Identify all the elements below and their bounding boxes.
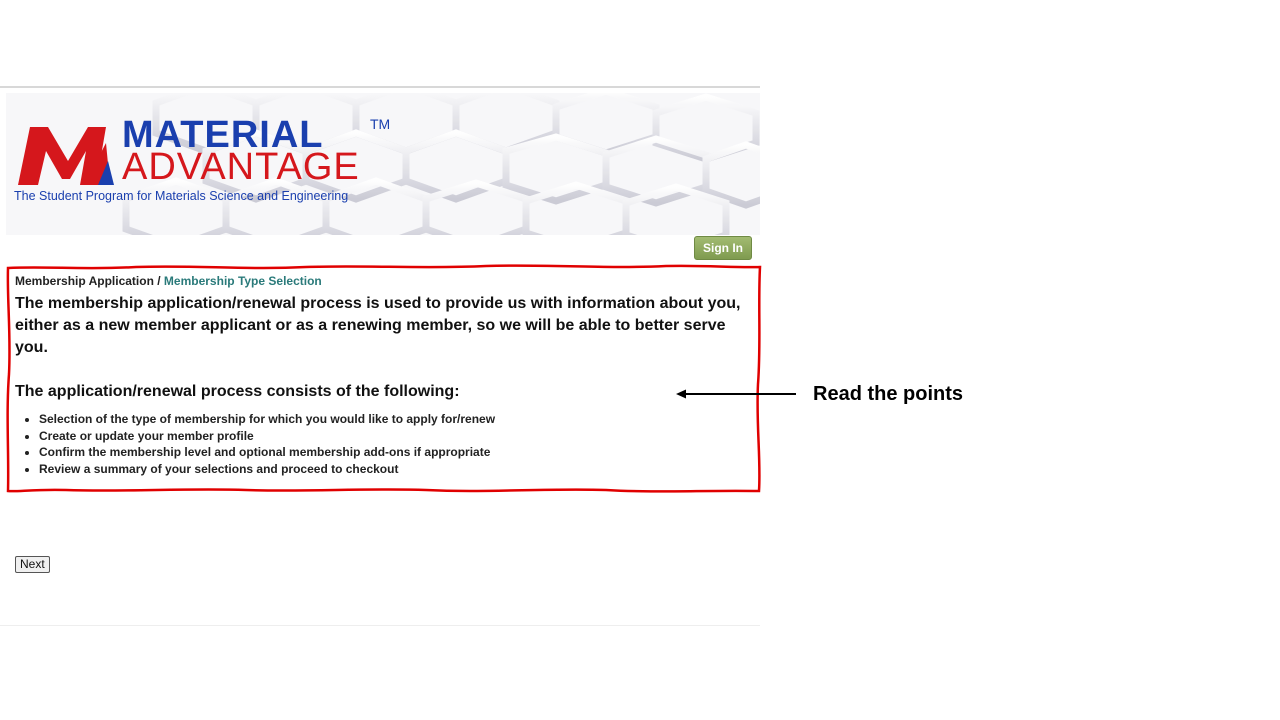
list-item: Create or update your member profile bbox=[39, 428, 755, 445]
list-item: Confirm the membership level and optiona… bbox=[39, 444, 755, 461]
logo-m-mark-icon bbox=[18, 127, 114, 185]
breadcrumb-separator: / bbox=[153, 274, 164, 288]
breadcrumb-root: Membership Application bbox=[15, 274, 154, 288]
sign-in-button[interactable]: Sign In bbox=[694, 236, 752, 260]
breadcrumb-current: Membership Type Selection bbox=[163, 274, 322, 288]
banner: MATERIAL TM ADVANTAGE The Student Progra… bbox=[6, 93, 760, 235]
process-subheading: The application/renewal process consists… bbox=[15, 383, 460, 400]
logo-trademark: TM bbox=[370, 116, 391, 132]
annotation-arrow-icon bbox=[676, 389, 796, 399]
breadcrumb: Membership Application / Membership Type… bbox=[15, 272, 755, 290]
logo-tagline: The Student Program for Materials Scienc… bbox=[14, 189, 349, 203]
main-content: Membership Application / Membership Type… bbox=[15, 272, 755, 477]
process-steps-list: Selection of the type of membership for … bbox=[15, 411, 755, 477]
intro-paragraph: The membership application/renewal proce… bbox=[15, 295, 741, 356]
logo-word-advantage: ADVANTAGE bbox=[122, 146, 360, 188]
annotation-callout: Read the points bbox=[813, 383, 964, 405]
material-advantage-logo: MATERIAL TM ADVANTAGE The Student Progra… bbox=[14, 113, 414, 213]
list-item: Review a summary of your selections and … bbox=[39, 461, 755, 478]
list-item: Selection of the type of membership for … bbox=[39, 411, 755, 428]
next-button[interactable]: Next bbox=[15, 556, 50, 573]
